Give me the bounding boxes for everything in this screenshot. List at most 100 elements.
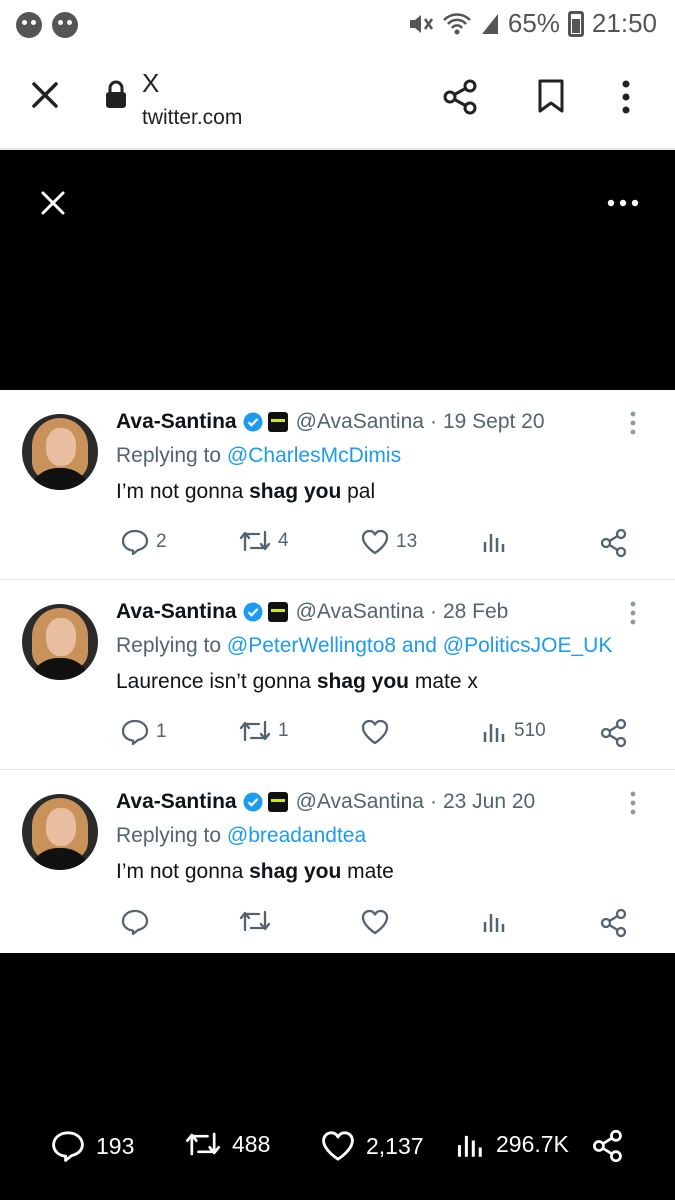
share-icon xyxy=(600,528,627,558)
tweet-text-part: I’m not gonna xyxy=(116,860,250,883)
media-viewer-footer: 193 488 2,137 296.7K xyxy=(0,953,675,1200)
avatar[interactable] xyxy=(22,794,98,870)
like-button[interactable]: 2,137 xyxy=(320,1129,424,1163)
tweet-actions xyxy=(0,908,675,942)
like-icon xyxy=(361,719,389,745)
reply-button[interactable]: 193 xyxy=(50,1129,134,1163)
tweet-text-part: pal xyxy=(341,480,376,503)
retweet-button[interactable]: 1 xyxy=(238,718,289,744)
share-button[interactable] xyxy=(592,1129,624,1163)
tweet-date[interactable]: 23 Jun 20 xyxy=(443,790,535,814)
reply-icon xyxy=(52,1131,84,1162)
tweet[interactable]: Ava-Santina @AvaSantina · 28 Feb Replyin… xyxy=(0,580,675,770)
media-action-bar: 193 488 2,137 296.7K xyxy=(0,1129,675,1175)
views-button[interactable]: 510 xyxy=(482,718,546,744)
separator-dot: · xyxy=(429,410,437,433)
share-button[interactable] xyxy=(600,908,628,938)
notification-app-icon xyxy=(52,12,78,38)
reply-count: 193 xyxy=(96,1132,135,1159)
media-viewer-header xyxy=(0,152,675,390)
retweet-button[interactable]: 488 xyxy=(184,1129,270,1159)
page-domain: twitter.com xyxy=(142,106,243,129)
verified-icon xyxy=(243,412,263,432)
tweet[interactable]: Ava-Santina @AvaSantina · 23 Jun 20 Repl… xyxy=(0,770,675,953)
views-count: 510 xyxy=(514,720,546,741)
tweet-date[interactable]: 28 Feb xyxy=(443,600,508,624)
reply-icon xyxy=(121,909,149,936)
tweet-list: Ava-Santina @AvaSantina · 19 Sept 20 Rep… xyxy=(0,390,675,953)
retweet-count: 4 xyxy=(278,530,289,551)
tweet-text-bold: shag you xyxy=(249,860,342,883)
avatar[interactable] xyxy=(22,604,98,680)
battery-icon xyxy=(567,10,584,37)
retweet-icon xyxy=(239,720,271,742)
tweet-text: I’m not gonna shag you mate xyxy=(116,860,394,884)
handle: @AvaSantina xyxy=(295,410,424,433)
like-count: 13 xyxy=(396,531,418,552)
tweet-text: Laurence isn’t gonna shag you mate x xyxy=(116,670,478,694)
notification-app-icon xyxy=(16,12,42,38)
display-name[interactable]: Ava-Santina xyxy=(116,410,237,434)
more-horizontal-icon[interactable] xyxy=(606,190,640,216)
retweet-icon xyxy=(186,1132,220,1156)
retweet-icon xyxy=(239,530,271,552)
clock: 21:50 xyxy=(591,8,657,38)
reply-button[interactable]: 1 xyxy=(120,718,167,746)
verified-icon xyxy=(243,792,263,812)
tweet-text-part: Laurence isn’t gonna xyxy=(116,670,317,693)
views-icon xyxy=(483,534,505,552)
views-button[interactable] xyxy=(482,528,514,554)
like-button[interactable] xyxy=(360,718,396,746)
share-button[interactable] xyxy=(600,528,628,558)
views-button[interactable] xyxy=(482,908,514,934)
more-vertical-icon[interactable] xyxy=(628,790,638,816)
affiliate-badge-icon xyxy=(267,602,288,622)
tweet-header: Ava-Santina @AvaSantina · 19 Sept 20 xyxy=(116,410,545,434)
more-vertical-icon[interactable] xyxy=(628,600,638,626)
views-button[interactable]: 296.7K xyxy=(456,1129,569,1159)
share-icon xyxy=(600,908,627,938)
bookmark-icon[interactable] xyxy=(536,78,566,114)
like-button[interactable] xyxy=(360,908,396,936)
share-icon xyxy=(600,718,627,748)
more-vertical-icon[interactable] xyxy=(620,78,632,116)
replying-to-label: Replying to xyxy=(116,444,222,467)
close-icon[interactable] xyxy=(30,80,60,110)
retweet-count: 488 xyxy=(232,1130,271,1157)
handle: @AvaSantina xyxy=(295,600,424,623)
display-name[interactable]: Ava-Santina xyxy=(116,790,237,814)
close-icon[interactable] xyxy=(40,190,66,216)
system-indicators: 65% 21:50 xyxy=(408,8,657,39)
reply-button[interactable]: 2 xyxy=(120,528,167,556)
replying-to-link[interactable]: @CharlesMcDimis xyxy=(227,444,401,467)
status-bar: 65% 21:50 xyxy=(0,0,675,50)
like-count: 2,137 xyxy=(366,1132,424,1159)
tweet-date[interactable]: 19 Sept 20 xyxy=(443,410,545,434)
tweet[interactable]: Ava-Santina @AvaSantina · 19 Sept 20 Rep… xyxy=(0,390,675,580)
views-icon xyxy=(483,724,505,742)
tweet-text: I’m not gonna shag you pal xyxy=(116,480,375,504)
reply-button[interactable] xyxy=(120,908,156,936)
affiliate-badge-icon xyxy=(267,792,288,812)
retweet-button[interactable] xyxy=(238,908,278,934)
notification-icons xyxy=(16,12,78,38)
signal-icon xyxy=(481,13,498,34)
replying-to-link[interactable]: @breadandtea xyxy=(227,824,366,847)
avatar[interactable] xyxy=(22,414,98,490)
share-button[interactable] xyxy=(600,718,628,748)
display-name[interactable]: Ava-Santina xyxy=(116,600,237,624)
more-vertical-icon[interactable] xyxy=(628,410,638,436)
like-icon xyxy=(322,1131,354,1161)
retweet-button[interactable]: 4 xyxy=(238,528,289,554)
views-icon xyxy=(457,1135,482,1157)
affiliate-badge-icon xyxy=(267,412,288,432)
like-icon xyxy=(361,909,389,935)
wifi-icon xyxy=(442,12,471,34)
share-icon[interactable] xyxy=(442,78,480,116)
replying-to-link[interactable]: @PeterWellingto8 and @PoliticsJOE_UK xyxy=(227,634,612,657)
replying-to: Replying to @breadandtea xyxy=(116,824,366,848)
lock-icon xyxy=(106,80,126,108)
like-button[interactable]: 13 xyxy=(360,528,417,556)
tweet-actions: 2 4 13 xyxy=(0,528,675,562)
views-count: 296.7K xyxy=(496,1130,569,1157)
